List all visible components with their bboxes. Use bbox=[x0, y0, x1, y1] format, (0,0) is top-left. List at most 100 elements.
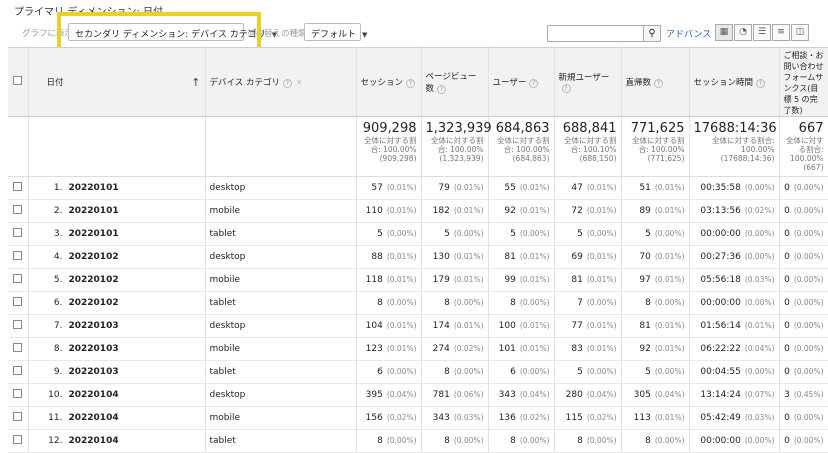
cell-value: 97 bbox=[639, 275, 651, 285]
table-row[interactable]: 6. 20220102 tablet 8 (0.00%) 8 (0.00%) 8 (0.00%… bbox=[8, 291, 828, 315]
cell-value: 81 bbox=[504, 252, 516, 262]
cell-value: 3 bbox=[784, 390, 790, 400]
cell-value: 8 bbox=[577, 436, 583, 446]
row-checkbox[interactable] bbox=[13, 182, 23, 191]
cell-goal: 0 (0.00%) bbox=[779, 222, 828, 246]
table-row[interactable]: 11. 20220104 mobile 156 (0.02%) 343 (0.03%) 13… bbox=[8, 406, 828, 430]
cell-sessions: 88 (0.01%) bbox=[356, 245, 422, 269]
header-device[interactable]: デバイス カテゴリ? ✕ bbox=[205, 47, 357, 117]
table-row[interactable]: 10. 20220104 desktop 395 (0.04%) 781 (0.06%) 3… bbox=[8, 383, 828, 407]
cell-percent: (0.01%) bbox=[586, 206, 617, 215]
header-sessions[interactable]: セッション? bbox=[356, 47, 422, 117]
header-sessions-label: セッション bbox=[360, 78, 404, 88]
row-index: 6. bbox=[53, 298, 63, 308]
header-new-users[interactable]: 新規ユーザー? bbox=[554, 47, 622, 117]
cell-value: 00:35:58 bbox=[700, 183, 741, 193]
header-bounces[interactable]: 直帰数? bbox=[621, 47, 690, 117]
total-value: 688,841 bbox=[562, 121, 617, 136]
sort-type-dropdown[interactable]: デフォルト ▼ bbox=[304, 23, 367, 41]
cell-new-users: 7 (0.00%) bbox=[554, 291, 622, 315]
cell-value: 0 bbox=[784, 321, 790, 331]
total-value: 909,298 bbox=[362, 121, 417, 136]
cell-new-users: 83 (0.01%) bbox=[554, 337, 622, 361]
help-icon[interactable]: ? bbox=[282, 79, 292, 88]
cell-value: 81 bbox=[571, 275, 583, 285]
row-checkbox[interactable] bbox=[13, 297, 23, 306]
header-users[interactable]: ユーザー? bbox=[488, 47, 555, 117]
cell-percent: (0.01%) bbox=[519, 321, 550, 330]
help-icon[interactable]: ? bbox=[561, 84, 571, 93]
help-icon[interactable]: ? bbox=[756, 79, 766, 88]
row-checkbox[interactable] bbox=[13, 320, 23, 329]
cell-percent: (0.01%) bbox=[586, 183, 617, 192]
cell-percent: (0.00%) bbox=[744, 367, 775, 376]
header-pageviews[interactable]: ページビュー数? bbox=[421, 47, 489, 117]
cell-value: 274 bbox=[432, 344, 450, 354]
table-row[interactable]: 1. 20220101 desktop 57 (0.01%) 79 (0.01%) 55 (0… bbox=[8, 176, 828, 200]
grid-view-icon[interactable]: ▦ bbox=[715, 24, 733, 41]
cell-value: 5 bbox=[577, 367, 583, 377]
help-icon[interactable]: ? bbox=[437, 85, 447, 94]
row-index: 12. bbox=[48, 436, 63, 446]
cell-value: 13:14:24 bbox=[700, 390, 741, 400]
select-all-checkbox[interactable] bbox=[13, 76, 23, 85]
header-session-time-label: セッション時間 bbox=[693, 78, 754, 88]
cell-new-users: 47 (0.01%) bbox=[554, 176, 622, 200]
row-checkbox[interactable] bbox=[13, 274, 23, 283]
date-cell: 2. 20220101 bbox=[28, 199, 206, 223]
search-icon[interactable]: ⚲ bbox=[643, 26, 660, 41]
cell-value: 343 bbox=[432, 413, 450, 423]
cell-percent: (0.00%) bbox=[386, 298, 417, 307]
performance-view-icon[interactable]: ☰ bbox=[753, 24, 771, 41]
row-checkbox-cell bbox=[8, 245, 29, 269]
cell-value: 8 bbox=[377, 436, 383, 446]
cell-percent: (0.03%) bbox=[744, 413, 775, 422]
cell-users: 6 (0.00%) bbox=[488, 360, 555, 384]
row-checkbox[interactable] bbox=[13, 205, 23, 214]
pie-view-icon[interactable]: ◔ bbox=[734, 24, 752, 41]
table-row[interactable]: 3. 20220101 tablet 5 (0.00%) 5 (0.00%) 5 (0.00%… bbox=[8, 222, 828, 246]
cell-percent: (0.00%) bbox=[793, 229, 824, 238]
cell-percent: (0.06%) bbox=[453, 390, 484, 399]
row-checkbox[interactable] bbox=[13, 366, 23, 375]
table-row[interactable]: 5. 20220102 mobile 118 (0.01%) 179 (0.01%) 99(… bbox=[8, 268, 828, 292]
cell-goal: 0 (0.00%) bbox=[779, 360, 828, 384]
cell-percent: (0.07%) bbox=[744, 390, 775, 399]
remove-dimension-icon[interactable]: ✕ bbox=[296, 78, 303, 87]
table-row[interactable]: 12. 20220104 tablet 8 (0.00%) 8 (0.00%) 8 (0.00… bbox=[8, 429, 828, 453]
total-value: 1,323,939 bbox=[425, 121, 492, 136]
cell-percent: (0.01%) bbox=[453, 321, 484, 330]
table-row[interactable]: 8. 20220103 mobile 123 (0.01%) 274 (0.02%) 101… bbox=[8, 337, 828, 361]
row-checkbox[interactable] bbox=[13, 228, 23, 237]
cell-percent: (0.00%) bbox=[654, 298, 685, 307]
comparison-view-icon[interactable]: ≡ bbox=[772, 24, 790, 41]
select-all-cell bbox=[8, 47, 29, 117]
table-row[interactable]: 9. 20220103 tablet 6 (0.00%) 8 (0.00%) 6 (0.00%… bbox=[8, 360, 828, 384]
row-checkbox[interactable] bbox=[13, 389, 23, 398]
cell-percent: (0.00%) bbox=[453, 367, 484, 376]
cell-percent: (0.00%) bbox=[793, 344, 824, 353]
table-row[interactable]: 7. 20220103 desktop 104 (0.01%) 174 (0.01%) 10… bbox=[8, 314, 828, 338]
cell-percent: (0.00%) bbox=[744, 298, 775, 307]
search-input[interactable] bbox=[548, 26, 642, 41]
row-checkbox[interactable] bbox=[13, 435, 23, 444]
header-session-time[interactable]: セッション時間? bbox=[689, 47, 780, 117]
row-checkbox[interactable] bbox=[13, 343, 23, 352]
cell-percent: (0.01%) bbox=[386, 206, 417, 215]
help-icon[interactable]: ? bbox=[529, 79, 539, 88]
row-index: 3. bbox=[53, 229, 63, 239]
cell-percent: (0.00%) bbox=[793, 367, 824, 376]
pivot-view-icon[interactable]: ◫ bbox=[791, 24, 809, 41]
table-row[interactable]: 4. 20220102 desktop 88 (0.01%) 130 (0.01%) 81(… bbox=[8, 245, 828, 269]
row-checkbox[interactable] bbox=[13, 251, 23, 260]
advanced-filter-link[interactable]: アドバンス bbox=[666, 27, 711, 40]
help-icon[interactable]: ? bbox=[654, 79, 664, 88]
cell-value: 0 bbox=[784, 413, 790, 423]
help-icon[interactable]: ? bbox=[406, 79, 416, 88]
table-row[interactable]: 2. 20220101 mobile 110 (0.01%) 182 (0.01%) 92(… bbox=[8, 199, 828, 223]
header-date[interactable]: 日付 ↑ bbox=[28, 47, 206, 117]
row-checkbox-cell bbox=[8, 314, 29, 338]
device-cell: mobile bbox=[205, 199, 357, 223]
cell-new-users: 5 (0.00%) bbox=[554, 222, 622, 246]
header-goal[interactable]: ご相談・お問い合わせフォームサンクス(目標 5 の完了数) bbox=[779, 47, 828, 117]
